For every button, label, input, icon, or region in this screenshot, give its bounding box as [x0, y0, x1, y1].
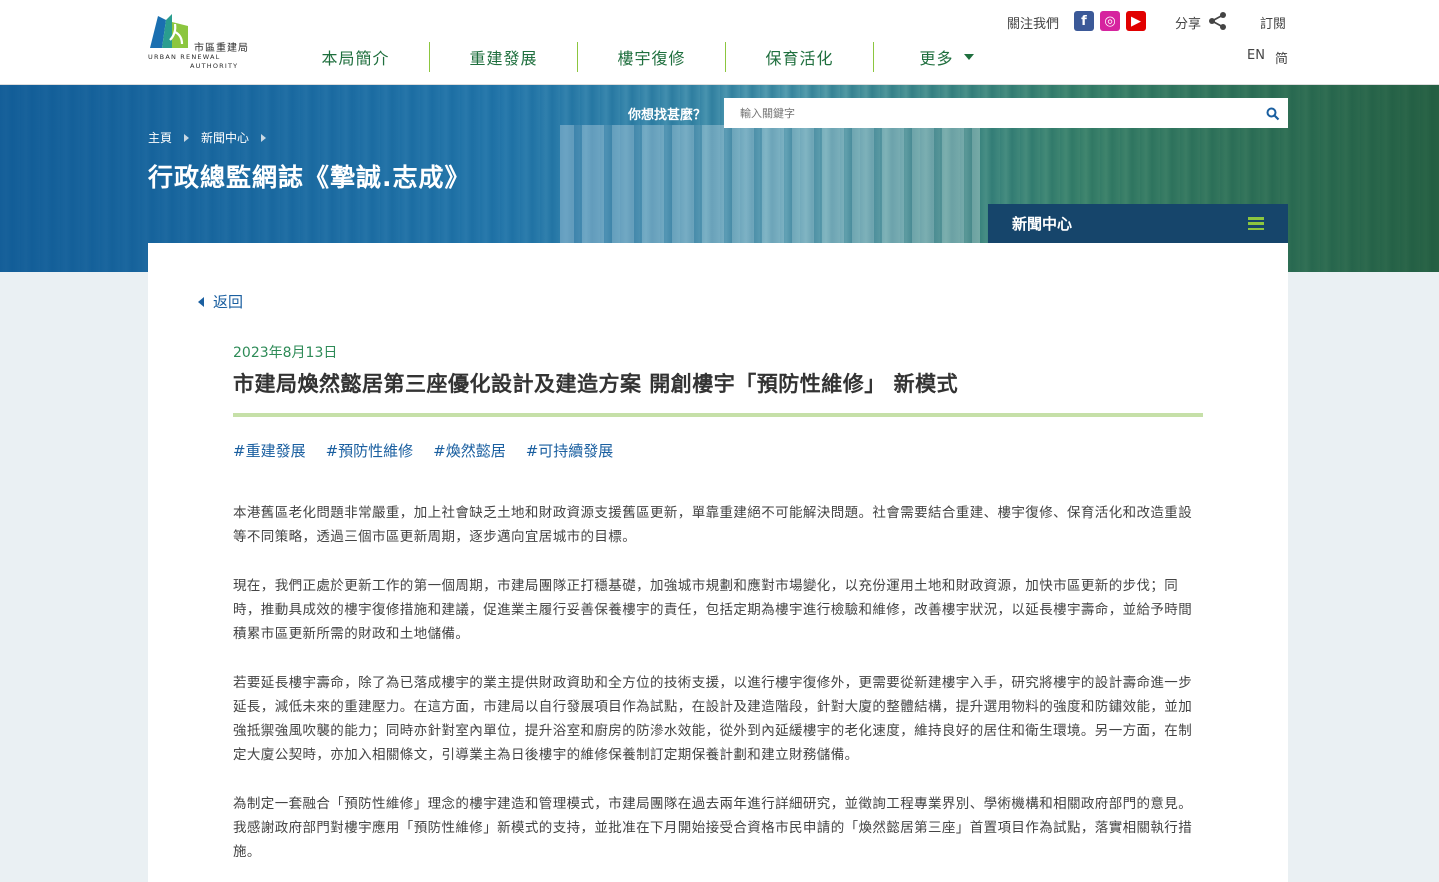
logo-english-line2: AUTHORITY: [190, 62, 239, 70]
breadcrumb: 主頁 新聞中心: [148, 129, 278, 146]
logo-english-line1: URBAN RENEWAL: [148, 53, 221, 61]
search-icon[interactable]: [1266, 107, 1280, 121]
site-header: 市區重建局 URBAN RENEWAL AUTHORITY 本局簡介 重建發展 …: [0, 0, 1439, 85]
breadcrumb-news-centre[interactable]: 新聞中心: [201, 129, 249, 146]
article-paragraph: 若要延長樓宇壽命，除了為已落成樓宇的業主提供財政資助和全方位的技術支援，以進行樓…: [233, 675, 1193, 763]
back-link[interactable]: 返回: [198, 291, 243, 312]
nav-item-preservation[interactable]: 保育活化: [726, 42, 874, 72]
tag-redevelopment[interactable]: #重建發展: [233, 440, 306, 461]
nav-item-more[interactable]: 更多: [874, 42, 1019, 72]
section-menu-toggle[interactable]: 新聞中心: [988, 204, 1288, 243]
search-input[interactable]: [724, 98, 1288, 128]
main-nav: 本局簡介 重建發展 樓宇復修 保育活化 更多: [282, 42, 1019, 72]
breadcrumb-home[interactable]: 主頁: [148, 129, 172, 146]
follow-us-label: 關注我們: [1007, 17, 1060, 32]
back-label: 返回: [213, 293, 244, 311]
facebook-icon[interactable]: f: [1074, 11, 1094, 31]
logo-chinese-text: 市區重建局: [194, 43, 249, 54]
nav-item-more-label: 更多: [919, 49, 954, 68]
article-card: 返回 2023年8月13日 市建局煥然懿居第三座優化設計及建造方案 開創樓宇「預…: [148, 243, 1288, 882]
nav-item-redevelopment[interactable]: 重建發展: [430, 42, 578, 72]
tag-sustainable-development[interactable]: #可持續發展: [526, 440, 614, 461]
ura-logo[interactable]: 市區重建局 URBAN RENEWAL AUTHORITY: [148, 10, 263, 70]
share-label[interactable]: 分享: [1175, 13, 1201, 32]
article-tags: #重建發展 #預防性維修 #煥然懿居 #可持續發展: [233, 440, 613, 461]
page-title: 行政總監網誌《摯誠.志成》: [148, 163, 471, 192]
article-body: 本港舊區老化問題非常嚴重，加上社會缺乏土地和財政資源支援舊區更新，單靠重建絕不可…: [233, 501, 1198, 882]
ura-logo-mark-icon: [150, 14, 188, 48]
article-date: 2023年8月13日: [233, 345, 338, 361]
nav-item-about[interactable]: 本局簡介: [282, 42, 430, 72]
language-sc-link[interactable]: 简: [1275, 48, 1288, 67]
article-paragraph: 本港舊區老化問題非常嚴重，加上社會缺乏土地和財政資源支援舊區更新，單靠重建絕不可…: [233, 505, 1193, 545]
search-box: [724, 98, 1288, 128]
language-en-link[interactable]: EN: [1247, 48, 1265, 63]
chevron-left-icon: [198, 296, 204, 307]
chevron-down-icon: [963, 54, 974, 60]
title-divider: [233, 413, 1203, 417]
article-paragraph: 為制定一套融合「預防性維修」理念的樓宇建造和管理模式，市建局團隊在過去兩年進行詳…: [233, 796, 1193, 860]
share-icon[interactable]: [1208, 11, 1228, 31]
subscribe-link[interactable]: 訂閱: [1260, 13, 1286, 32]
instagram-icon[interactable]: ◎: [1100, 11, 1120, 31]
search-label: 你想找甚麼？: [628, 108, 707, 123]
article-title: 市建局煥然懿居第三座優化設計及建造方案 開創樓宇「預防性維修」 新模式: [233, 372, 959, 396]
breadcrumb-separator-icon: [184, 133, 190, 142]
youtube-icon[interactable]: ▶: [1126, 11, 1146, 31]
tag-ur-place[interactable]: #煥然懿居: [433, 440, 506, 461]
breadcrumb-separator-icon: [261, 133, 267, 142]
article-paragraph: 現在，我們正處於更新工作的第一個周期，市建局團隊正打穩基礎，加強城市規劃和應對市…: [233, 578, 1193, 642]
tag-preventive-maintenance[interactable]: #預防性維修: [326, 440, 414, 461]
hamburger-menu-icon: [1248, 217, 1264, 230]
section-menu-label: 新聞中心: [1012, 215, 1073, 233]
nav-item-rehabilitation[interactable]: 樓宇復修: [578, 42, 726, 72]
